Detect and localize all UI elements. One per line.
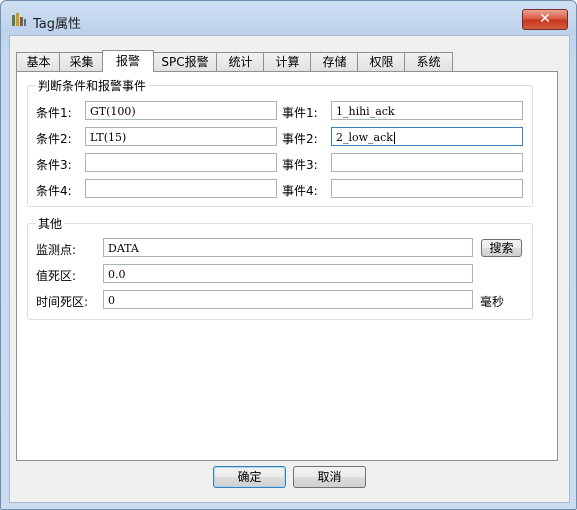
event-1-label: 事件1: [282,106,318,120]
condition-1-label: 条件1: [36,106,72,120]
alarm-tab-panel: 判断条件和报警事件 条件1: GT(100) 事件1: 1_hihi_ack 条… [16,71,558,461]
time-deadband-label: 时间死区: [36,295,89,309]
alarm-group-title: 判断条件和报警事件 [36,77,149,94]
condition-3-input[interactable] [85,153,277,172]
time-deadband-input[interactable]: 0 [103,290,473,309]
tab-spc-alarm[interactable]: SPC报警 [152,52,218,71]
tab-basic[interactable]: 基本 [16,52,61,71]
title-bar[interactable]: Tag属性 ✕ [1,1,576,35]
dialog-client-area: 基本 采集 报警 SPC报警 统计 计算 存储 权限 系统 判断条件和报警事件 … [9,35,570,503]
ok-button[interactable]: 确定 [213,466,286,488]
window-title: Tag属性 [33,17,82,32]
tab-alarm[interactable]: 报警 [102,50,154,72]
other-settings-group: 其他 监测点: DATA 搜索 值死区: 0.0 时间死区: 0 毫秒 [27,215,533,320]
deadband-input[interactable]: 0.0 [103,264,473,283]
tab-calculate[interactable]: 计算 [263,52,312,71]
tag-properties-window: Tag属性 ✕ 基本 采集 报警 SPC报警 统计 计算 存储 权限 系统 判断… [0,0,577,510]
other-group-title: 其他 [36,215,65,232]
condition-4-label: 条件4: [36,184,72,198]
tab-collect[interactable]: 采集 [59,52,104,71]
event-4-label: 事件4: [282,184,318,198]
event-2-value: 2_low_ack [336,131,393,144]
monitor-point-input[interactable]: DATA [103,238,473,257]
condition-2-label: 条件2: [36,132,72,146]
event-3-label: 事件3: [282,158,318,172]
condition-2-input[interactable]: LT(15) [85,127,277,146]
tab-statistics[interactable]: 统计 [216,52,265,71]
tab-system[interactable]: 系统 [404,52,453,71]
condition-3-label: 条件3: [36,158,72,172]
monitor-point-label: 监测点: [36,243,77,257]
close-button[interactable]: ✕ [522,9,568,30]
tab-permission[interactable]: 权限 [357,52,406,71]
text-cursor [393,132,395,144]
event-4-input[interactable] [331,179,523,198]
alarm-conditions-group: 判断条件和报警事件 条件1: GT(100) 事件1: 1_hihi_ack 条… [27,77,533,207]
tab-storage[interactable]: 存储 [310,52,359,71]
event-2-label: 事件2: [282,132,318,146]
event-1-input[interactable]: 1_hihi_ack [331,101,523,120]
condition-1-input[interactable]: GT(100) [85,101,277,120]
cancel-button[interactable]: 取消 [293,466,366,488]
deadband-label: 值死区: [36,269,77,283]
event-3-input[interactable] [331,153,523,172]
event-2-input[interactable]: 2_low_ack [331,127,523,146]
time-unit-label: 毫秒 [480,295,505,309]
search-button[interactable]: 搜索 [481,239,522,257]
close-icon: ✕ [539,11,551,27]
condition-4-input[interactable] [85,179,277,198]
tag-app-icon [11,13,27,27]
